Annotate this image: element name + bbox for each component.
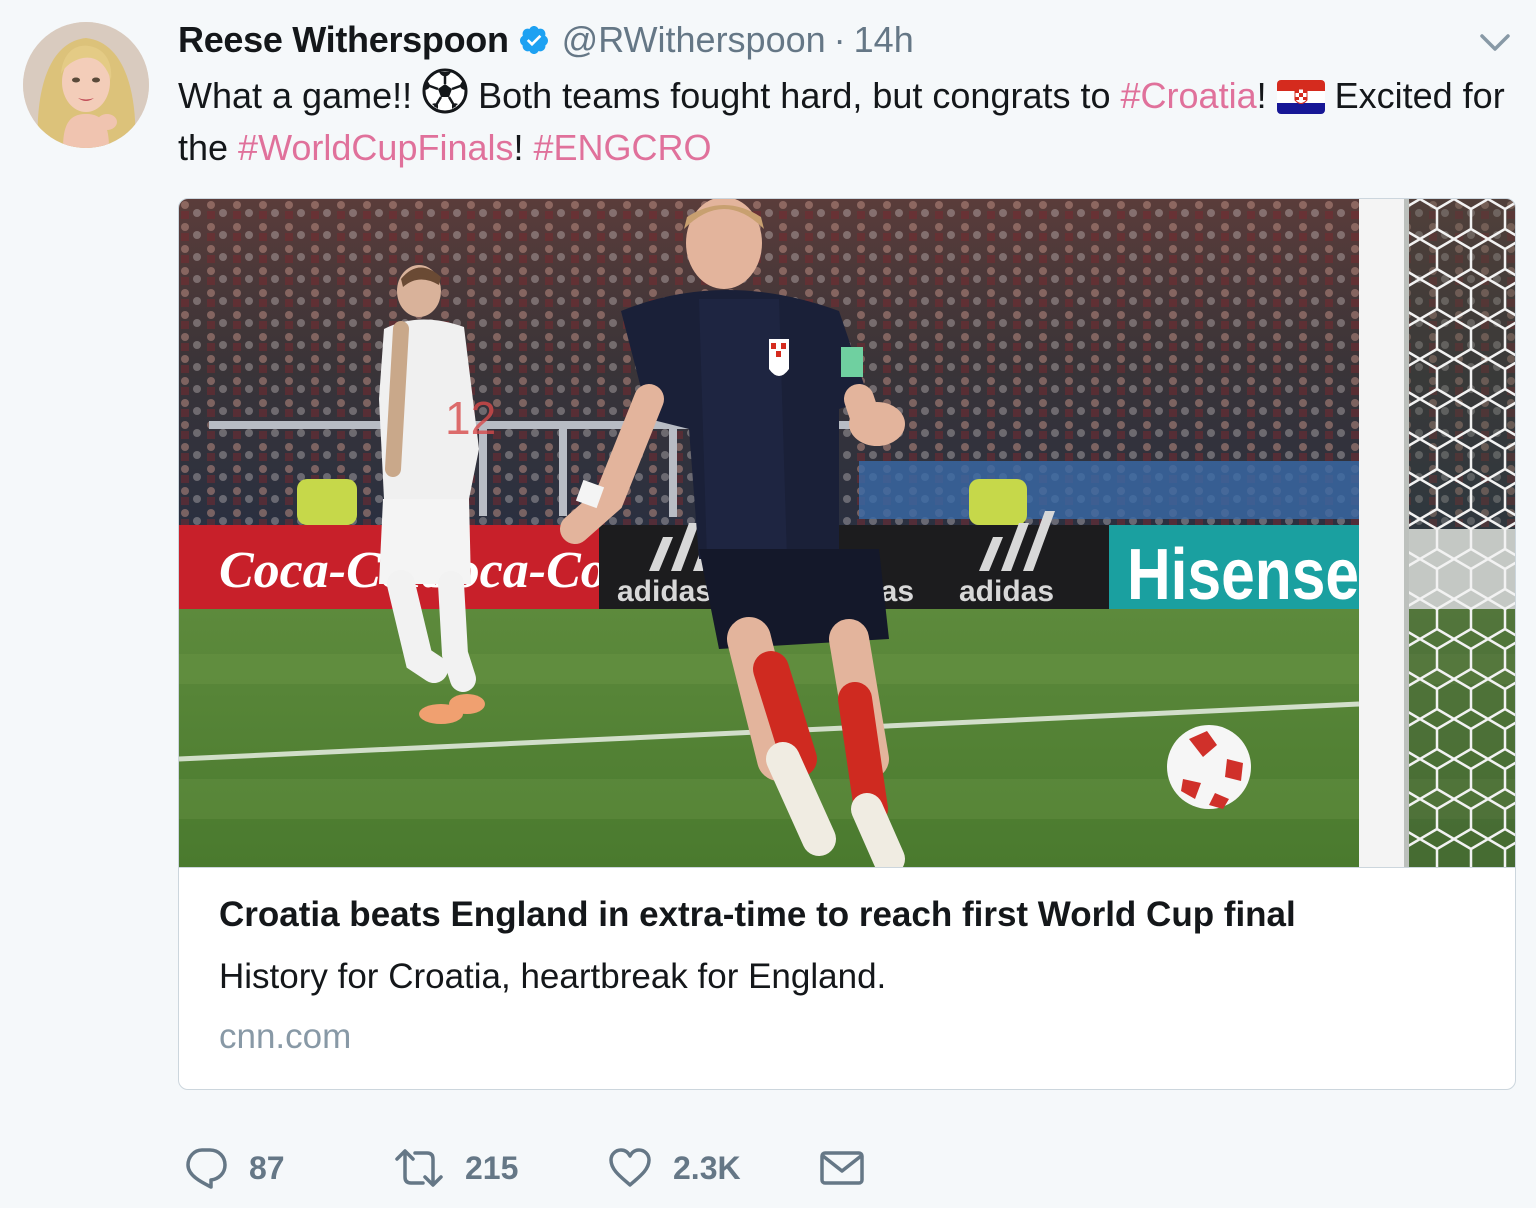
card-image[interactable]: Coca-Cola Coca-Cola adidas adidas adidas… [179,199,1515,868]
hashtag-engcro-link[interactable]: #ENGCRO [534,127,712,168]
card-domain: cnn.com [219,1017,352,1056]
football-celebration-photo: Coca-Cola Coca-Cola adidas adidas adidas… [179,199,1515,867]
retweet-count: 215 [465,1149,519,1186]
avatar-image [23,22,149,148]
tweet: Reese Witherspoon @RWitherspoon · 14h Wh… [0,0,1536,1208]
tweet-text: What a game!! Both teams fought hard, bu… [178,68,1508,174]
display-name[interactable]: Reese Witherspoon [178,19,509,61]
reply-button[interactable]: 87 [183,1140,285,1196]
football-ball [1167,725,1251,809]
croatia-flag-icon [1276,80,1325,114]
tweet-text-part: What a game!! [178,75,423,116]
verified-badge-icon [519,26,548,54]
link-card[interactable]: Coca-Cola Coca-Cola adidas adidas adidas… [178,198,1516,1090]
tweet-text-part: ! [513,127,534,168]
soccer-ball-icon [422,68,468,114]
action-bar: 87 215 2.3K [183,1140,903,1196]
retweet-icon [395,1149,443,1187]
card-title[interactable]: Croatia beats England in extra-time to r… [219,895,1296,935]
like-count: 2.3K [673,1149,741,1186]
tweet-text-part: Both teams fought hard, but congrats to [468,75,1121,116]
hashtag-worldcupfinals-link[interactable]: #WorldCupFinals [238,127,513,168]
direct-message-button[interactable] [819,1140,865,1196]
hashtag-croatia-link[interactable]: #Croatia [1121,75,1257,116]
ad-adidas-1: adidas [617,575,712,608]
svg-text:12: 12 [445,392,496,444]
card-description: History for Croatia, heartbreak for Engl… [219,957,887,996]
reply-icon [186,1148,227,1189]
tweet-header: Reese Witherspoon @RWitherspoon · 14h [178,14,914,66]
envelope-icon [820,1151,864,1185]
reply-count: 87 [249,1149,285,1186]
heart-icon [609,1148,651,1187]
separator-dot: · [833,19,846,60]
ad-hisense: Hisense [1127,535,1359,615]
avatar[interactable] [23,22,149,148]
like-button[interactable]: 2.3K [607,1140,741,1196]
user-handle[interactable]: @RWitherspoon [562,19,826,61]
timestamp[interactable]: 14h [854,19,914,61]
ad-adidas-3: adidas [959,575,1054,608]
chevron-down-icon[interactable] [1478,30,1512,56]
retweet-button[interactable]: 215 [393,1140,518,1196]
tweet-text-part: ! [1256,75,1277,116]
